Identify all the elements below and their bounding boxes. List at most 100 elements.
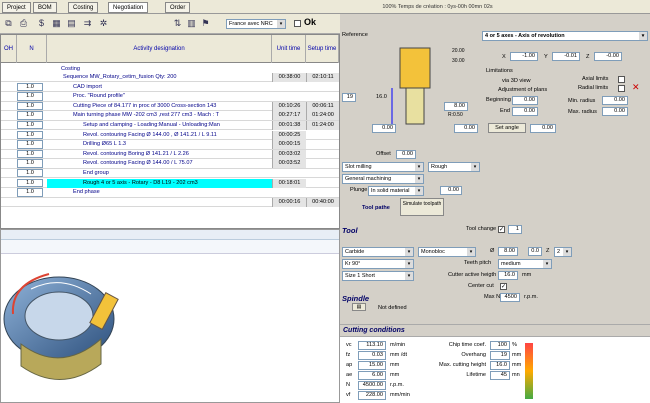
axis-mode-select[interactable]: 4 or 5 axes - Axis of revolution ▾ bbox=[482, 31, 648, 41]
cam-3d-viewport[interactable] bbox=[0, 229, 340, 403]
max-radius-input[interactable]: 0.00 bbox=[602, 107, 628, 116]
activity-cell[interactable]: Sequence MW_Rotary_cetim_fusion Qty: 200 bbox=[47, 73, 272, 82]
tool-type-select[interactable]: Monobloc ▾ bbox=[418, 247, 476, 257]
activity-cell[interactable]: Proc. "Round profile" bbox=[47, 92, 272, 101]
activity-cell[interactable]: End group bbox=[47, 169, 272, 178]
copy-icon[interactable]: ⧉ bbox=[3, 18, 14, 29]
cut-option-input[interactable]: 16.0 bbox=[490, 361, 510, 370]
dim-8[interactable]: 8.00 bbox=[444, 102, 468, 111]
settings-icon[interactable]: ✲ bbox=[98, 18, 109, 29]
dim-0b[interactable]: 0.00 bbox=[454, 124, 478, 133]
dollar-icon[interactable]: $ bbox=[36, 18, 47, 29]
plunge-select[interactable]: In solid material ▾ bbox=[368, 186, 424, 196]
table-row[interactable]: Sequence MW_Rotary_cetim_fusion Qty: 200… bbox=[1, 73, 339, 83]
end-input[interactable]: 0.00 bbox=[512, 107, 538, 116]
quantity-cell[interactable]: 1.0 bbox=[17, 169, 43, 178]
print-icon[interactable]: ⎙ bbox=[18, 18, 29, 29]
quantity-cell[interactable]: 1.0 bbox=[17, 178, 43, 187]
operation-select[interactable]: Slot milling ▾ bbox=[342, 162, 424, 172]
activity-cell[interactable]: Cutting Piece of 84.177 in proc of 3000 … bbox=[47, 102, 272, 111]
table-row[interactable]: 1.0 Setup and clamping - Loading:Manual -… bbox=[1, 121, 339, 131]
cut-param-input[interactable]: 4500.00 bbox=[358, 381, 386, 390]
radial-limits-checkbox[interactable] bbox=[618, 85, 625, 92]
teeth-pitch-select[interactable]: medium ▾ bbox=[498, 259, 552, 269]
table-row[interactable]: 1.0 Rough 4 or 5 axis - Rotary - D8 L19 -… bbox=[1, 178, 339, 188]
angle-input[interactable]: 0.00 bbox=[530, 124, 556, 133]
activity-cell[interactable]: Main turning phase MW -202 cm3 ,rest 277… bbox=[47, 111, 272, 120]
table-row[interactable]: 1.0 Drilling Ø65 L 1.3 00:00:15 bbox=[1, 140, 339, 150]
quality-select[interactable]: Rough ▾ bbox=[428, 162, 480, 172]
cut-param-input[interactable]: 113.10 bbox=[358, 341, 386, 350]
quantity-cell[interactable]: 1.0 bbox=[17, 92, 43, 101]
diameter-input[interactable]: 8.00 bbox=[498, 247, 518, 256]
table-row[interactable]: 1.0 Proc. "Round profile" bbox=[1, 92, 339, 102]
via-3d-label[interactable]: via 3D view bbox=[502, 78, 531, 84]
cut-option-input[interactable]: 45 bbox=[490, 371, 510, 380]
set-angle-button[interactable]: Set angle bbox=[488, 123, 526, 133]
teeth-select[interactable]: 2 ▾ bbox=[554, 247, 572, 257]
tool-change-checkbox[interactable]: ✓ bbox=[498, 226, 505, 233]
quantity-cell[interactable]: 1.0 bbox=[17, 111, 43, 120]
quantity-cell[interactable]: 1.0 bbox=[17, 121, 43, 130]
chart-icon[interactable]: ▥ bbox=[186, 18, 197, 29]
tool-pathe-label[interactable]: Tool pathe bbox=[362, 205, 390, 211]
tab-costing[interactable]: Costing bbox=[68, 2, 99, 13]
currency-select[interactable]: France avec NRC ▾ bbox=[226, 19, 286, 29]
min-radius-input[interactable]: 0.00 bbox=[602, 96, 628, 105]
quantity-cell[interactable]: 1.0 bbox=[17, 101, 43, 111]
tab-order[interactable]: Order bbox=[165, 2, 191, 13]
cut-param-input[interactable]: 6.00 bbox=[358, 371, 386, 380]
fq-input[interactable]: 0.0 bbox=[528, 247, 542, 256]
table-row[interactable]: 1.0 End group bbox=[1, 169, 339, 179]
split-icon[interactable]: ⇉ bbox=[82, 18, 93, 29]
max-n-input[interactable]: 4500 bbox=[500, 293, 520, 302]
beginning-input[interactable]: 0.00 bbox=[512, 96, 538, 105]
quantity-cell[interactable]: 1.0 bbox=[17, 159, 43, 168]
activity-cell[interactable]: Revol. contouring Boring Ø 141.21 / L 2.… bbox=[47, 150, 272, 159]
activity-cell[interactable]: Revol. contouring Facing Ø 144.00 / L 75… bbox=[47, 159, 272, 168]
y-input[interactable]: -0.01 bbox=[552, 52, 580, 61]
cutter-height-input[interactable]: 16.0 bbox=[498, 271, 518, 280]
offset-input[interactable]: 0.00 bbox=[396, 150, 416, 159]
activity-cell[interactable]: Rough 4 or 5 axis - Rotary - D8 L19 - 20… bbox=[47, 178, 272, 188]
activity-cell[interactable]: Revol. contouring Facing Ø 144.00 , Ø 14… bbox=[47, 131, 272, 140]
dim-19[interactable]: 19 bbox=[342, 93, 356, 102]
table-row[interactable]: 1.0 Cutting Piece of 84.177 in proc of 30… bbox=[1, 101, 339, 112]
table-row[interactable]: 1.0 Revol. contouring Facing Ø 144.00 , Ø… bbox=[1, 130, 339, 140]
tool-material-select[interactable]: Carbide ▾ bbox=[342, 247, 414, 257]
cut-option-input[interactable]: 100 bbox=[490, 341, 510, 350]
close-icon[interactable]: ✕ bbox=[632, 82, 640, 93]
cut-param-input[interactable]: 15.00 bbox=[358, 361, 386, 370]
activity-cell[interactable]: Drilling Ø65 L 1.3 bbox=[47, 140, 272, 149]
grid-icon[interactable]: ▦ bbox=[51, 18, 62, 29]
spindle-button[interactable]: ▤ bbox=[352, 303, 366, 311]
plunge-angle-input[interactable]: 0.00 bbox=[440, 186, 462, 195]
table-row[interactable]: 1.0 Revol. contouring Facing Ø 144.00 / L… bbox=[1, 159, 339, 169]
tab-project[interactable]: Project bbox=[2, 2, 31, 13]
simulate-toolpath-button[interactable]: Simulate toolpath bbox=[400, 198, 444, 216]
quantity-cell[interactable]: 1.0 bbox=[17, 82, 43, 91]
table-row[interactable]: 1.0 CAD import bbox=[1, 82, 339, 92]
quantity-cell[interactable]: 1.0 bbox=[17, 188, 43, 197]
dim-0a[interactable]: 0.00 bbox=[372, 124, 396, 133]
tool-change-input[interactable]: 1 bbox=[508, 225, 522, 234]
cut-param-input[interactable]: 0.03 bbox=[358, 351, 386, 360]
table-row[interactable]: 1.0 End phase bbox=[1, 188, 339, 198]
kr-select[interactable]: Kr 90° ▾ bbox=[342, 259, 414, 269]
calc-icon[interactable]: ▤ bbox=[66, 18, 77, 29]
flag-icon[interactable]: ⚑ bbox=[200, 18, 211, 29]
cut-option-input[interactable]: 19 bbox=[490, 351, 510, 360]
activity-cell[interactable]: CAD import bbox=[47, 83, 272, 92]
machining-select[interactable]: General machining ▾ bbox=[342, 174, 424, 184]
x-input[interactable]: -1.00 bbox=[510, 52, 538, 61]
activity-cell[interactable]: Setup and clamping - Loading:Manual - Un… bbox=[47, 121, 272, 130]
tab-negotiation[interactable]: Negotiation bbox=[108, 2, 149, 13]
ok-checkbox[interactable] bbox=[294, 20, 301, 27]
quantity-cell[interactable]: 1.0 bbox=[17, 149, 43, 159]
table-row[interactable]: 00:00:16 00:40:00 bbox=[1, 197, 339, 208]
activity-cell[interactable]: End phase bbox=[47, 188, 272, 197]
z-input[interactable]: -0.00 bbox=[594, 52, 622, 61]
tab-bom[interactable]: BOM bbox=[33, 2, 57, 13]
center-cut-checkbox[interactable]: ✓ bbox=[500, 283, 507, 290]
tool-size-select[interactable]: Size 1 Short ▾ bbox=[342, 271, 414, 281]
